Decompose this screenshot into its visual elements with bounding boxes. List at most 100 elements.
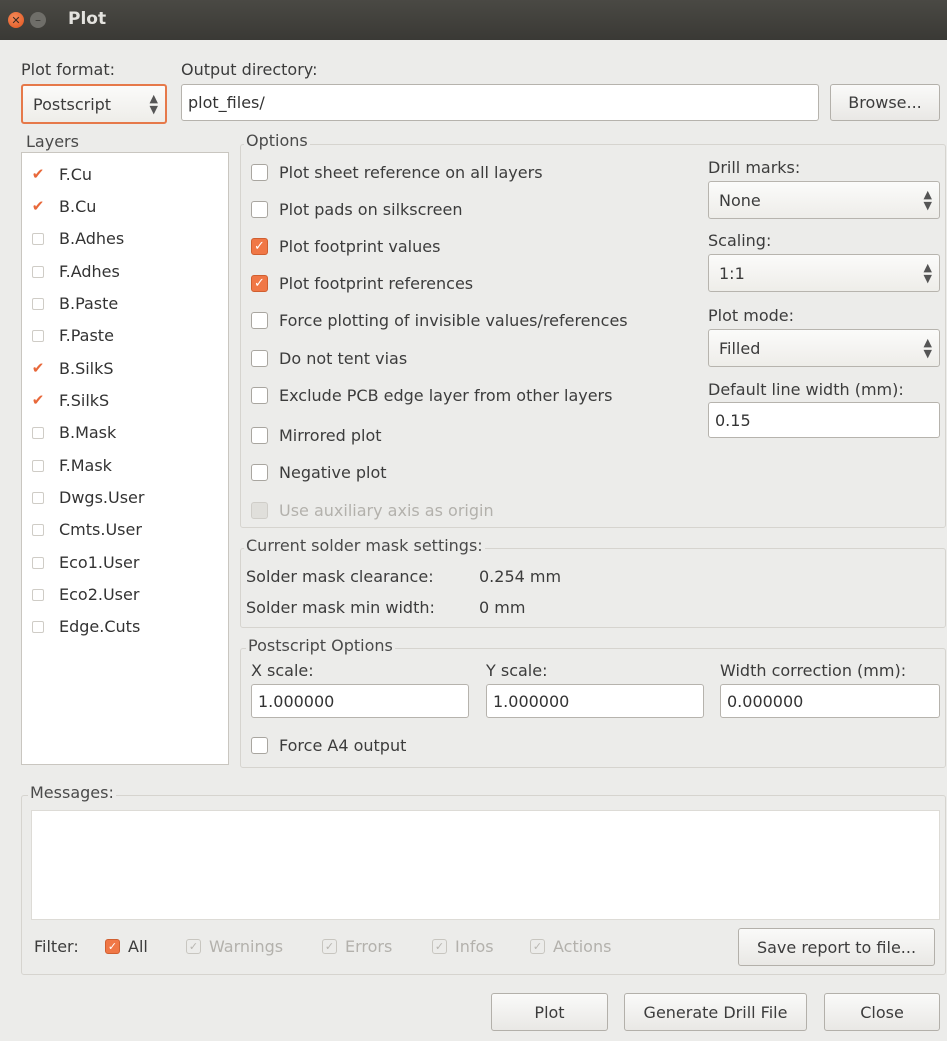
checkbox-box[interactable] xyxy=(32,297,44,310)
filter-label: Filter: xyxy=(34,937,79,956)
browse-button[interactable]: Browse... xyxy=(830,84,940,121)
layer-item[interactable]: Dwgs.User xyxy=(32,488,144,507)
layer-label: B.SilkS xyxy=(59,359,114,378)
checkbox-box[interactable] xyxy=(251,737,268,754)
checkbox-box[interactable] xyxy=(32,329,44,342)
option-checkbox[interactable]: Do not tent vias xyxy=(251,349,407,368)
generate-drill-file-button[interactable]: Generate Drill File xyxy=(624,993,807,1031)
checkmark-icon[interactable]: ✔ xyxy=(32,199,45,214)
checkbox-box[interactable] xyxy=(251,464,268,481)
checkbox-box[interactable] xyxy=(32,556,44,569)
checkbox-box[interactable] xyxy=(32,265,44,278)
checkmark-icon[interactable]: ✓ xyxy=(251,238,268,255)
layer-item[interactable]: B.Adhes xyxy=(32,229,124,248)
plot-mode-select[interactable]: Filled ▲ ▼ xyxy=(708,329,940,367)
checkmark-icon[interactable]: ✓ xyxy=(251,275,268,292)
layer-label: F.Paste xyxy=(59,326,114,345)
messages-area[interactable] xyxy=(31,810,940,920)
line-width-label: Default line width (mm): xyxy=(708,380,904,399)
checkbox-box[interactable] xyxy=(32,426,44,439)
filter-infos: ✓ Infos xyxy=(432,937,494,956)
layer-item[interactable]: ✔ F.Cu xyxy=(32,165,92,184)
drill-marks-select[interactable]: None ▲ ▼ xyxy=(708,181,940,219)
layer-item[interactable]: F.Adhes xyxy=(32,262,120,281)
force-a4-checkbox[interactable]: Force A4 output xyxy=(251,736,406,755)
checkmark-icon: ✓ xyxy=(530,939,545,954)
layer-item[interactable]: ✔ B.SilkS xyxy=(32,359,114,378)
option-checkbox[interactable]: Plot pads on silkscreen xyxy=(251,200,462,219)
checkbox-box[interactable] xyxy=(32,620,44,633)
layer-item[interactable]: B.Mask xyxy=(32,423,116,442)
options-title: Options xyxy=(244,131,310,150)
option-checkbox[interactable]: ✓ Plot footprint references xyxy=(251,274,473,293)
filter-label-text: All xyxy=(128,937,148,956)
checkbox-box[interactable] xyxy=(251,164,268,181)
plot-format-value: Postscript xyxy=(33,94,112,114)
layer-item[interactable]: F.Paste xyxy=(32,326,114,345)
option-checkbox[interactable]: Exclude PCB edge layer from other layers xyxy=(251,386,612,405)
layer-item[interactable]: Eco1.User xyxy=(32,553,139,572)
plot-button[interactable]: Plot xyxy=(491,993,608,1031)
checkbox-box[interactable] xyxy=(251,387,268,404)
checkbox-box[interactable] xyxy=(251,427,268,444)
checkbox-box[interactable] xyxy=(32,588,44,601)
window-title: Plot xyxy=(68,9,107,29)
filter-label-text: Errors xyxy=(345,937,393,956)
close-button[interactable]: Close xyxy=(824,993,940,1031)
window-minimize-icon[interactable]: – xyxy=(30,12,46,28)
x-scale-input[interactable]: 1.000000 xyxy=(251,684,469,718)
drill-marks-label: Drill marks: xyxy=(708,158,801,177)
option-label: Negative plot xyxy=(279,463,387,482)
checkmark-icon[interactable]: ✔ xyxy=(32,393,45,408)
layer-label: F.Adhes xyxy=(59,262,120,281)
checkbox-box[interactable] xyxy=(32,491,44,504)
spin-arrows-icon: ▲ ▼ xyxy=(923,261,933,285)
spin-arrows-icon: ▲ ▼ xyxy=(923,188,933,212)
scaling-label: Scaling: xyxy=(708,231,772,250)
option-checkbox[interactable]: Negative plot xyxy=(251,463,387,482)
option-label: Exclude PCB edge layer from other layers xyxy=(279,386,613,405)
checkmark-icon[interactable]: ✓ xyxy=(105,939,120,954)
window-close-icon[interactable]: ✕ xyxy=(8,12,24,28)
layer-item[interactable]: ✔ B.Cu xyxy=(32,197,97,216)
checkbox-box[interactable] xyxy=(32,459,44,472)
save-report-button[interactable]: Save report to file... xyxy=(738,928,935,966)
option-checkbox[interactable]: Force plotting of invisible values/refer… xyxy=(251,311,628,330)
scaling-select[interactable]: 1:1 ▲ ▼ xyxy=(708,254,940,292)
checkbox-box[interactable] xyxy=(251,350,268,367)
checkbox-box[interactable] xyxy=(251,201,268,218)
layer-item[interactable]: ✔ F.SilkS xyxy=(32,391,109,410)
layer-item[interactable]: Cmts.User xyxy=(32,520,142,539)
layer-item[interactable]: F.Mask xyxy=(32,456,112,475)
checkbox-box[interactable] xyxy=(251,312,268,329)
checkbox-box[interactable] xyxy=(32,523,44,536)
checkmark-icon[interactable]: ✔ xyxy=(32,167,45,182)
filter-warnings: ✓ Warnings xyxy=(186,937,283,956)
y-scale-input[interactable]: 1.000000 xyxy=(486,684,704,718)
checkmark-icon: ✓ xyxy=(322,939,337,954)
option-checkbox[interactable]: Mirrored plot xyxy=(251,426,382,445)
drill-marks-value: None xyxy=(719,190,761,210)
output-directory-input[interactable]: plot_files/ xyxy=(181,84,819,121)
layer-label: B.Mask xyxy=(59,423,117,442)
checkmark-icon[interactable]: ✔ xyxy=(32,361,45,376)
checkbox-box[interactable] xyxy=(32,232,44,245)
layers-list[interactable]: ✔ F.Cu ✔ B.Cu B.Adhes F.Adhes B.Paste F.Paste ✔ B… xyxy=(21,152,229,765)
layer-label: Dwgs.User xyxy=(59,488,145,507)
spin-arrows-icon: ▲ ▼ xyxy=(149,92,159,116)
option-checkbox[interactable]: ✓ Plot footprint values xyxy=(251,237,440,256)
layer-label: Cmts.User xyxy=(59,520,142,539)
layer-item[interactable]: Edge.Cuts xyxy=(32,617,140,636)
checkmark-icon: ✓ xyxy=(432,939,447,954)
solder-clearance-label: Solder mask clearance: xyxy=(246,567,434,586)
option-checkbox[interactable]: Plot sheet reference on all layers xyxy=(251,163,543,182)
line-width-input[interactable]: 0.15 xyxy=(708,402,940,438)
layer-item[interactable]: Eco2.User xyxy=(32,585,139,604)
filter-all[interactable]: ✓ All xyxy=(105,937,148,956)
x-scale-label: X scale: xyxy=(251,661,314,680)
width-correction-input[interactable]: 0.000000 xyxy=(720,684,940,718)
layer-item[interactable]: B.Paste xyxy=(32,294,118,313)
option-label: Plot sheet reference on all layers xyxy=(279,163,543,182)
plot-format-label: Plot format: xyxy=(21,60,116,79)
plot-format-select[interactable]: Postscript ▲ ▼ xyxy=(21,84,167,124)
